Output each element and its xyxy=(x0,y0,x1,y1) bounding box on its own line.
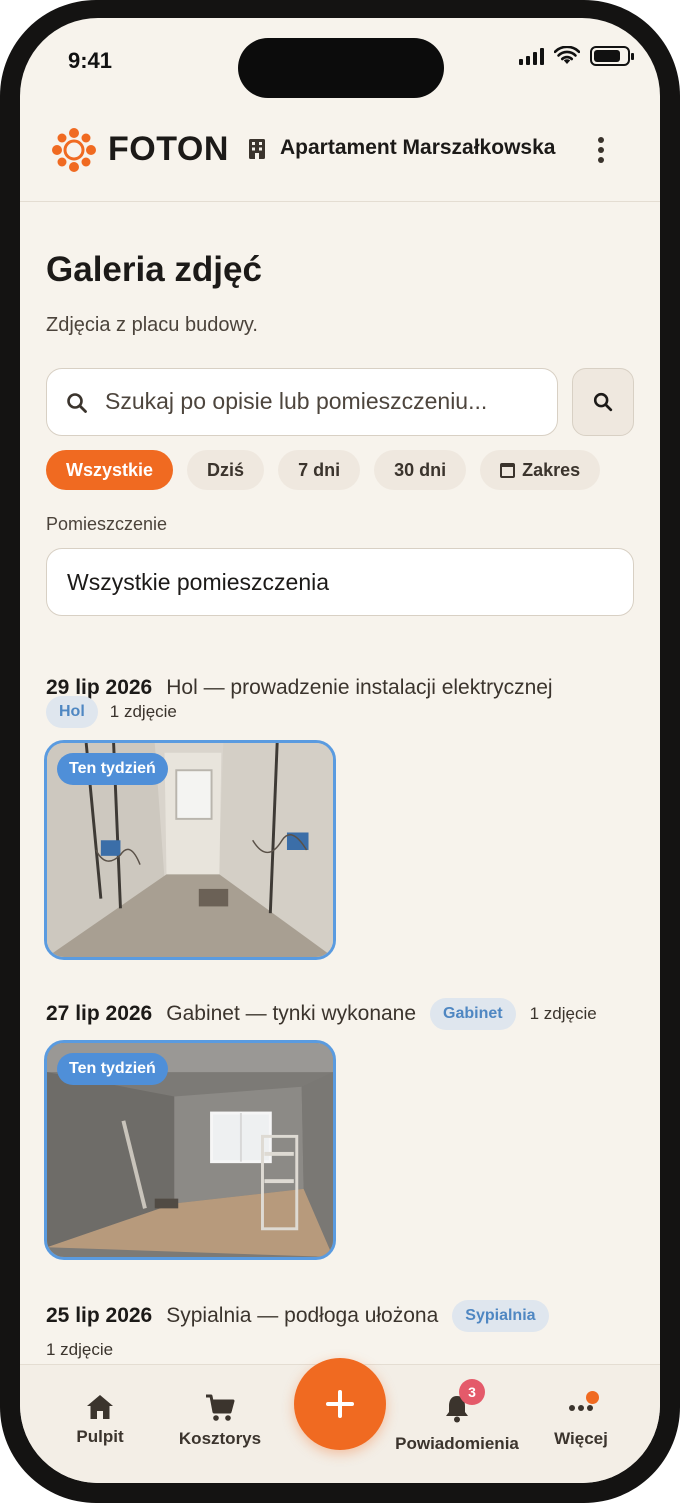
app-screen: 9:41 FOTON Apartament Marszałkowska Gale… xyxy=(20,18,660,1483)
search-field xyxy=(46,368,558,436)
nav-item-dashboard[interactable]: Pulpit xyxy=(35,1393,165,1447)
photo-thumbnail[interactable]: Ten tydzień xyxy=(44,740,336,960)
nav-item-notifications[interactable]: 3 Powiadomienia xyxy=(392,1379,522,1454)
photo-count: 1 zdjęcie xyxy=(109,702,177,721)
photo-count: 1 zdjęcie xyxy=(529,1004,597,1023)
nav-label: Więcej xyxy=(554,1429,608,1448)
entry-header: 25 lip 2026 Sypialnia — podłoga ułożona … xyxy=(46,1300,549,1332)
entry-title: Sypialnia — podłoga ułożona xyxy=(166,1304,439,1327)
room-badge: Gabinet xyxy=(430,998,516,1030)
more-icon xyxy=(569,1405,593,1411)
chip-all[interactable]: Wszystkie xyxy=(46,450,174,490)
status-time: 9:41 xyxy=(68,48,113,73)
home-icon xyxy=(87,1395,113,1419)
signal-icon xyxy=(519,47,544,65)
notification-icon-wrap: 3 xyxy=(443,1379,485,1428)
page-subtitle: Zdjęcia z placu budowy. xyxy=(46,314,258,336)
wifi-icon xyxy=(554,46,580,64)
entry-date: 27 lip 2026 xyxy=(46,1002,153,1025)
building-icon xyxy=(249,139,265,159)
nav-label: Kosztorys xyxy=(178,1429,262,1448)
notification-count-badge: 3 xyxy=(459,1379,485,1405)
cart-icon xyxy=(206,1394,235,1421)
entry-title: Hol — prowadzenie instalacji elektryczne… xyxy=(166,676,553,699)
room-filter-label: Pomieszczenie xyxy=(46,514,168,534)
this-week-badge: Ten tydzień xyxy=(57,753,168,785)
nav-item-more[interactable]: Więcej xyxy=(516,1391,646,1449)
chip-7-days[interactable]: 7 dni xyxy=(278,450,361,490)
room-select[interactable]: Wszystkie pomieszczenia xyxy=(46,548,634,616)
foton-logo-icon xyxy=(52,128,96,172)
page-title: Galeria zdjęć xyxy=(46,250,262,289)
photo-thumbnail[interactable]: Ten tydzień xyxy=(44,1040,336,1260)
search-icon xyxy=(593,392,613,412)
more-icon-wrap xyxy=(568,1391,599,1423)
status-icons xyxy=(519,46,634,66)
app-header: FOTON Apartament Marszałkowska xyxy=(20,114,660,202)
chip-label: Zakres xyxy=(522,459,581,480)
search-icon xyxy=(67,393,87,413)
chip-range[interactable]: Zakres xyxy=(480,450,601,490)
project-selector[interactable]: Apartament Marszałkowska xyxy=(280,136,562,160)
photo-count: 1 zdjęcie xyxy=(46,1340,114,1359)
search-button[interactable] xyxy=(572,368,634,436)
room-badge: Hol xyxy=(46,696,98,728)
entry-meta: 1 zdjęcie xyxy=(46,1340,113,1360)
chip-label: 7 dni xyxy=(298,459,341,480)
chip-label: 30 dni xyxy=(394,459,447,480)
entry-meta: Hol 1 zdjęcie xyxy=(46,696,177,728)
app-logo-text: FOTON xyxy=(108,130,229,168)
plus-icon xyxy=(326,1390,354,1418)
chip-label: Dziś xyxy=(207,459,245,480)
entry-date: 25 lip 2026 xyxy=(46,1304,153,1327)
entry-header: 27 lip 2026 Gabinet — tynki wykonane Gab… xyxy=(46,998,597,1030)
unread-dot-badge xyxy=(586,1391,599,1404)
search-input[interactable] xyxy=(105,369,545,433)
calendar-icon xyxy=(500,462,516,478)
room-badge: Sypialnia xyxy=(452,1300,549,1332)
phone-frame: 9:41 FOTON Apartament Marszałkowska Gale… xyxy=(0,0,680,1503)
nav-label: Powiadomienia xyxy=(395,1434,519,1453)
chip-label: Wszystkie xyxy=(66,459,154,480)
date-filter-chips: Wszystkie Dziś 7 dni 30 dni Zakres xyxy=(46,450,601,490)
chip-today[interactable]: Dziś xyxy=(187,450,265,490)
entry-title: Gabinet — tynki wykonane xyxy=(166,1002,417,1025)
this-week-badge: Ten tydzień xyxy=(57,1053,168,1085)
more-options-icon[interactable] xyxy=(590,134,612,166)
dynamic-island xyxy=(238,38,444,98)
add-button[interactable] xyxy=(294,1358,386,1450)
battery-icon xyxy=(590,46,634,66)
nav-item-estimate[interactable]: Kosztorys xyxy=(155,1393,285,1449)
room-select-value: Wszystkie pomieszczenia xyxy=(67,568,330,595)
nav-label: Pulpit xyxy=(76,1427,124,1446)
chip-30-days[interactable]: 30 dni xyxy=(374,450,467,490)
